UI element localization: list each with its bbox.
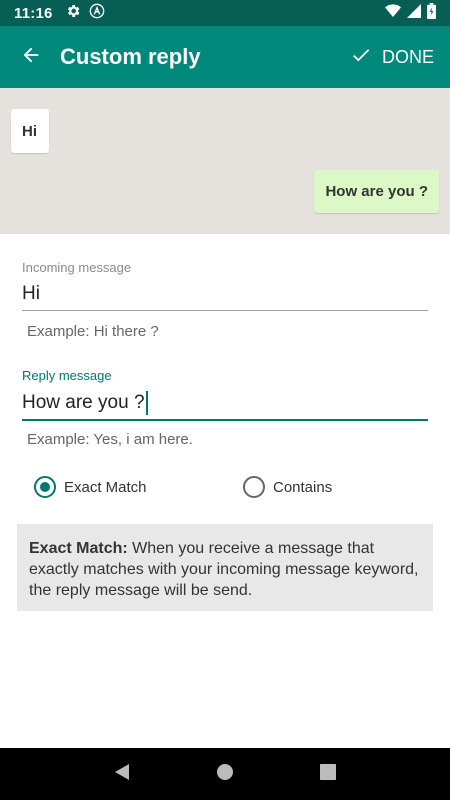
radio-checked-icon [34, 476, 56, 498]
incoming-message-input[interactable] [22, 275, 428, 311]
incoming-message-label: Incoming message [22, 260, 132, 275]
done-button[interactable]: DONE [350, 44, 434, 71]
exact-match-radio[interactable]: Exact Match [34, 476, 147, 498]
reply-message-value: How are you ? [22, 392, 145, 414]
done-label: DONE [381, 46, 434, 67]
a-circle-icon [89, 3, 105, 24]
page-title: Custom reply [60, 44, 201, 69]
contains-radio[interactable]: Contains [243, 476, 332, 498]
back-button[interactable] [0, 26, 62, 88]
battery-icon [427, 2, 436, 24]
status-bar: 11:16 [0, 0, 450, 26]
nav-recents-button[interactable] [308, 754, 348, 794]
info-title: Exact Match: [29, 540, 128, 557]
match-type-group: Exact Match Contains [0, 476, 450, 500]
nav-back-button[interactable] [102, 754, 142, 794]
reply-message-input[interactable]: How are you ? [22, 383, 428, 421]
incoming-bubble: Hi [11, 109, 49, 153]
recents-square-icon [320, 763, 337, 785]
status-right-icons [385, 2, 436, 24]
back-triangle-icon [113, 763, 131, 786]
app-bar: Custom reply DONE [0, 26, 450, 88]
chat-preview: Hi How are you ? [0, 88, 450, 234]
match-info-box: Exact Match: When you receive a message … [17, 524, 433, 611]
reply-message-field: Reply message How are you ? [22, 368, 428, 421]
status-left-icons [65, 3, 105, 24]
incoming-message-helper: Example: Hi there ? [27, 323, 159, 340]
signal-icon [407, 3, 421, 23]
status-time: 11:16 [14, 4, 53, 22]
nav-home-button[interactable] [205, 754, 245, 794]
outgoing-bubble: How are you ? [314, 170, 439, 213]
exact-match-label: Exact Match [64, 478, 147, 496]
gear-icon [65, 3, 81, 24]
home-circle-icon [216, 763, 234, 786]
reply-message-label: Reply message [22, 368, 112, 383]
incoming-message-field: Incoming message [22, 260, 428, 311]
check-icon [350, 44, 372, 71]
text-cursor [145, 391, 148, 415]
arrow-back-icon [20, 44, 42, 71]
system-nav-bar [0, 748, 450, 800]
contains-label: Contains [273, 478, 333, 496]
wifi-icon [385, 3, 401, 23]
reply-message-helper: Example: Yes, i am here. [27, 431, 193, 448]
radio-unchecked-icon [243, 476, 265, 498]
